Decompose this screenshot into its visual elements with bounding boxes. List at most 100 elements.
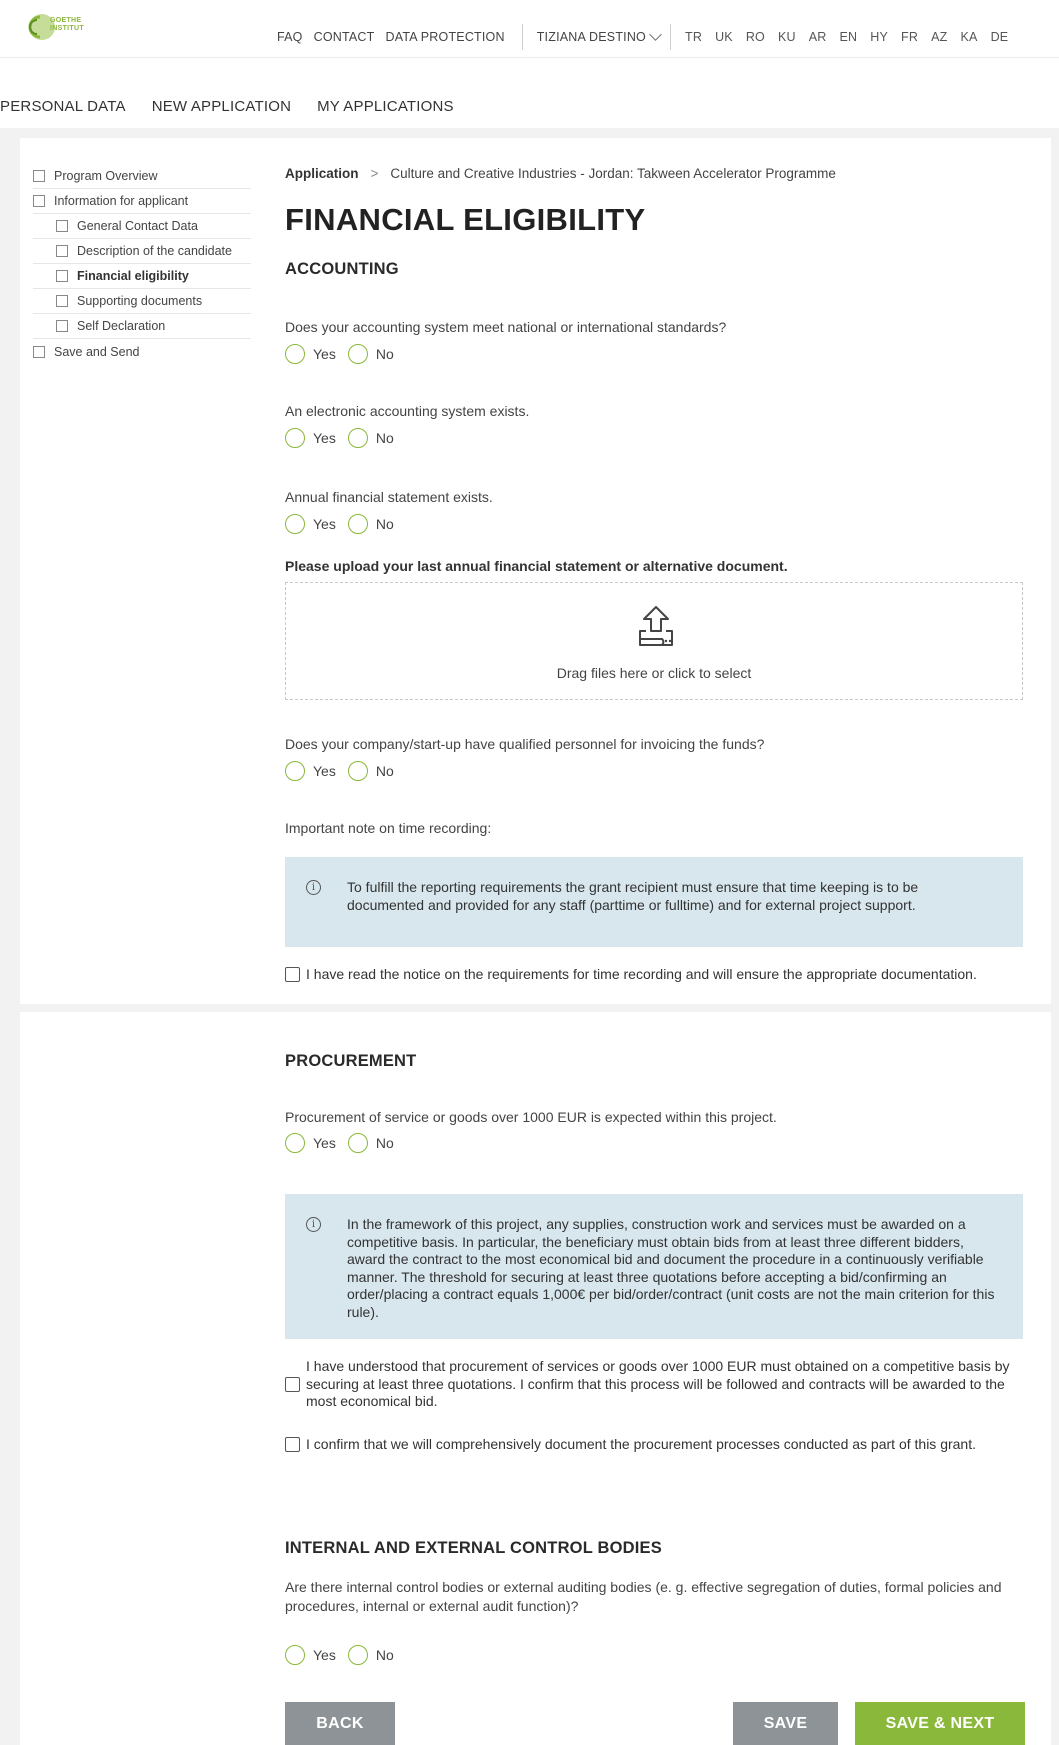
sidebar-item-label: General Contact Data [77,219,198,233]
radio-circle [285,344,305,364]
radio-circle [285,1645,305,1665]
sidebar-item-save-and-send[interactable]: Save and Send [33,339,251,364]
radio-circle [347,514,368,534]
save-button[interactable]: SAVE [733,1702,838,1745]
sidebar-item-label: Save and Send [54,344,140,359]
sidebar-item-label: Self Declaration [77,319,166,333]
radio-circle [347,761,368,781]
radio-circle [285,514,305,534]
lang-ar[interactable]: AR [809,30,827,44]
radio-yes[interactable]: Yes [285,514,336,534]
data-protection-link[interactable]: DATA PROTECTION [386,30,505,44]
save-next-button[interactable]: SAVE & NEXT [855,1702,1025,1745]
radio-label: No [375,346,394,362]
checkbox[interactable] [285,1437,300,1453]
radio-no[interactable]: No [347,761,394,781]
tab-my-applications[interactable]: MY APPLICATIONS [317,98,454,115]
lang-hy[interactable]: HY [870,30,888,44]
checkbox-label: I have understood that procurement of se… [306,1358,1010,1409]
radio-yes[interactable]: Yes [285,1645,336,1665]
radio-label: Yes [313,430,336,446]
upload-label: Please upload your last annual financial… [285,558,788,574]
radio-circle [285,1133,305,1153]
radio-no[interactable]: No [347,1645,394,1665]
lang-en[interactable]: EN [840,30,858,44]
faq-link[interactable]: FAQ [277,30,303,44]
checkbox-label: I confirm that we will comprehensively d… [306,1436,976,1452]
time-recording-notice: i To fulfill the reporting requirements … [285,857,1023,947]
lang-ro[interactable]: RO [746,30,765,44]
info-icon: i [306,1217,321,1232]
sidebar-item-label: Program Overview [54,169,158,183]
upload-hint: Drag files here or click to select [556,665,752,681]
radio-group-control-bodies: Yes No [285,1645,406,1665]
sidebar-item-description-of-candidate[interactable]: Description of the candidate [33,239,251,264]
checkbox[interactable] [285,967,300,983]
radio-yes[interactable]: Yes [285,344,336,364]
radio-yes[interactable]: Yes [285,761,336,781]
radio-label: No [375,1647,394,1663]
question-electronic-accounting: An electronic accounting system exists. [285,403,530,419]
radio-no[interactable]: No [347,344,394,364]
radio-label: Yes [313,1647,336,1663]
lang-ku[interactable]: KU [778,30,796,44]
lang-ka[interactable]: KA [961,30,978,44]
lang-uk[interactable]: UK [715,30,733,44]
section-title-accounting: ACCOUNTING [285,260,399,278]
checkbox[interactable] [285,1376,300,1392]
radio-no[interactable]: No [347,428,394,448]
notice-text: To fulfill the reporting requirements th… [347,879,919,913]
time-recording-confirm: I have read the notice on the requiremen… [285,966,1025,984]
lang-tr[interactable]: TR [685,30,702,44]
info-icon: i [306,880,321,895]
sidebar-item-supporting-documents[interactable]: Supporting documents [33,289,251,314]
radio-circle [347,1645,368,1665]
radio-group-qualified-personnel: Yes No [285,761,406,781]
frame-right [1051,128,1059,1745]
lang-az[interactable]: AZ [931,30,947,44]
back-button[interactable]: BACK [285,1702,395,1745]
checkbox-label: I have read the notice on the requiremen… [306,966,977,982]
sidebar-item-information-for-applicant[interactable]: Information for applicant [33,189,251,214]
radio-label: No [375,430,394,446]
sidebar-item-label: Description of the candidate [77,244,232,258]
radio-group-annual-statement: Yes No [285,514,406,534]
notice-text: In the framework of this project, any su… [347,1216,995,1320]
top-header: GOETHE INSTITUT FAQ CONTACT DATA PROTECT… [0,0,1059,58]
frame-left [0,128,20,1745]
sidebar-item-financial-eligibility[interactable]: Financial eligibility [33,264,251,289]
breadcrumb-application[interactable]: Application [285,166,359,181]
checkbox-icon [56,220,68,232]
radio-no[interactable]: No [347,514,394,534]
question-accounting-standards: Does your accounting system meet nationa… [285,319,727,335]
sidebar-item-self-declaration[interactable]: Self Declaration [33,314,251,339]
section-divider [20,1004,1051,1012]
radio-yes[interactable]: Yes [285,428,336,448]
procurement-confirm-document: I confirm that we will comprehensively d… [285,1436,1025,1454]
radio-label: No [375,1135,394,1151]
radio-yes[interactable]: Yes [285,1133,336,1153]
question-qualified-personnel: Does your company/start-up have qualifie… [285,736,765,752]
sidebar-item-label: Financial eligibility [77,269,189,283]
tab-personal-data[interactable]: PERSONAL DATA [0,98,126,115]
radio-circle [285,428,305,448]
sidebar-item-label: Information for applicant [54,194,189,208]
user-menu[interactable]: TIZIANA DESTINO [537,28,662,44]
checkbox-icon [33,195,45,207]
nav-divider [521,24,523,50]
lang-de[interactable]: DE [991,30,1009,44]
language-selector: TR UK RO KU AR EN HY FR AZ KA DE [685,30,1021,44]
radio-circle [285,761,305,781]
tab-new-application[interactable]: NEW APPLICATION [152,98,291,115]
sidebar-item-program-overview[interactable]: Program Overview [33,164,251,189]
checkbox-icon [56,270,68,282]
lang-fr[interactable]: FR [901,30,918,44]
radio-circle [347,428,368,448]
file-dropzone[interactable]: Drag files here or click to select [285,582,1023,700]
question-control-bodies: Are there internal control bodies or ext… [285,1579,1002,1614]
breadcrumb-separator: > [370,166,379,181]
radio-no[interactable]: No [347,1133,394,1153]
chevron-down-icon [649,28,662,41]
sidebar-item-general-contact-data[interactable]: General Contact Data [33,214,251,239]
contact-link[interactable]: CONTACT [314,30,375,44]
